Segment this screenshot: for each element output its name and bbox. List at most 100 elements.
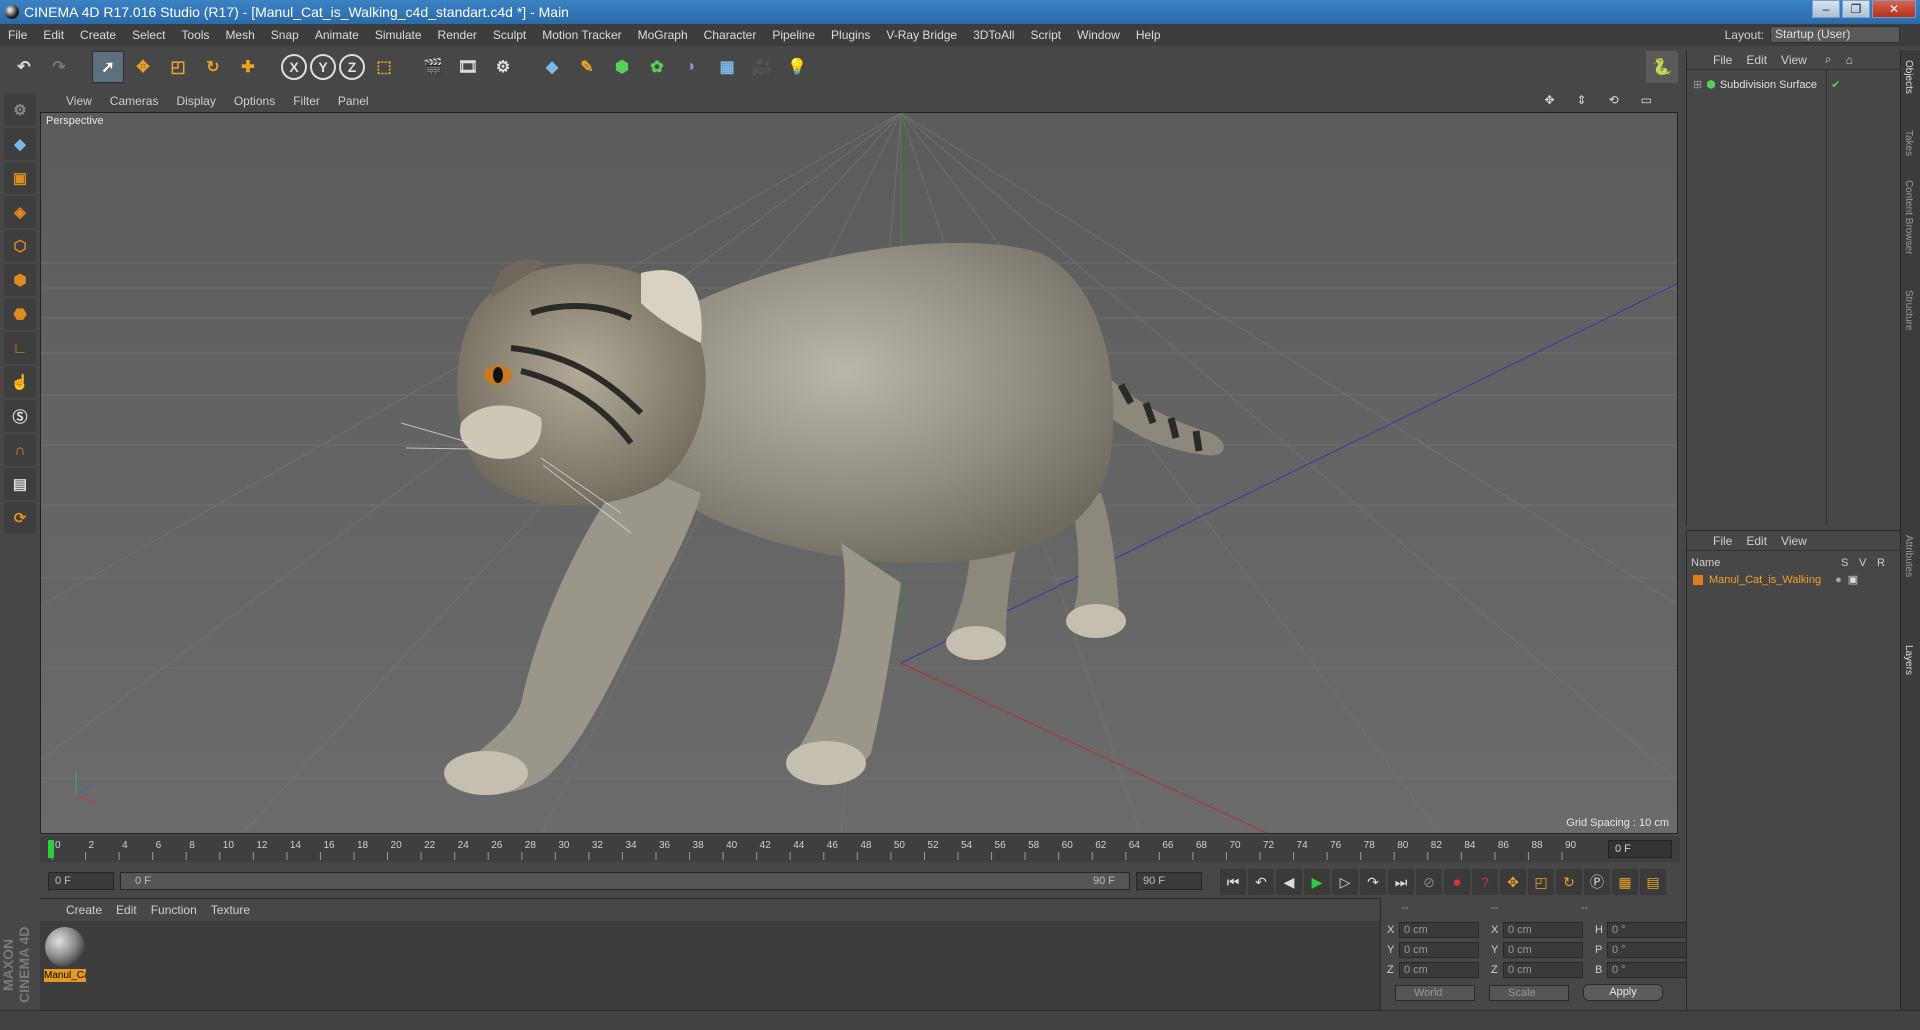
timeline-ruler[interactable]: 0 2 4 6 8 10 12 14 16 18 20 22 24 26 28 30 32 34 36 38 40 42 4…	[40, 836, 1680, 862]
timeline-window-icon[interactable]: ▤	[1640, 869, 1666, 895]
camera-icon[interactable]: 🎥	[746, 51, 778, 83]
object-enabled-check[interactable]: ✔	[1831, 78, 1840, 91]
rot-b-field[interactable]: 0 °	[1607, 962, 1687, 978]
menu-snap[interactable]: Snap	[271, 28, 299, 42]
axis-mode-icon[interactable]: ∟	[4, 332, 36, 364]
light-icon[interactable]: 💡	[781, 51, 813, 83]
rot-h-field[interactable]: 0 °	[1607, 922, 1687, 938]
make-editable-icon[interactable]: ⚙	[4, 94, 36, 126]
menu-select[interactable]: Select	[132, 28, 165, 42]
lock-workplane-icon[interactable]: ▤	[4, 468, 36, 500]
tab-objects[interactable]: Objects	[1903, 60, 1914, 94]
mat-menu-create[interactable]: Create	[66, 903, 102, 917]
spline-pen-icon[interactable]: ✎	[571, 51, 603, 83]
pos-y-field[interactable]: 0 cm	[1399, 942, 1479, 958]
polygons-mode-icon[interactable]: ⬣	[4, 298, 36, 330]
layer-solo-icon[interactable]: ●	[1835, 574, 1842, 586]
vp-menu-filter[interactable]: Filter	[293, 94, 320, 108]
menu-animate[interactable]: Animate	[315, 28, 359, 42]
layer-menu-edit[interactable]: Edit	[1746, 534, 1767, 548]
start-frame-field[interactable]: 0 F	[48, 872, 114, 890]
scale-dropdown[interactable]: Scale	[1489, 984, 1569, 1001]
transform-tool-icon[interactable]: ✚	[232, 51, 264, 83]
menu-create[interactable]: Create	[80, 28, 116, 42]
key-scale-icon[interactable]: ◰	[1528, 869, 1554, 895]
tab-layers[interactable]: Layers	[1903, 645, 1914, 675]
menu-character[interactable]: Character	[704, 28, 757, 42]
key-pla-icon[interactable]: ▦	[1612, 869, 1638, 895]
size-z-field[interactable]: 0 cm	[1503, 962, 1583, 978]
vp-menu-view[interactable]: View	[66, 94, 92, 108]
menu-simulate[interactable]: Simulate	[375, 28, 422, 42]
record-active-icon[interactable]: ⏺	[1444, 869, 1470, 895]
axis-y-button[interactable]: Y	[310, 54, 336, 80]
cube-primitive-icon[interactable]: ◆	[536, 51, 568, 83]
menu-tools[interactable]: Tools	[181, 28, 209, 42]
vp-menu-display[interactable]: Display	[176, 94, 215, 108]
material-item[interactable]: Manul_Cat	[44, 927, 86, 982]
coordinate-system-icon[interactable]: ⬚	[368, 51, 400, 83]
render-picture-viewer-icon[interactable]: 🎞	[452, 51, 484, 83]
undo-icon[interactable]: ↶	[8, 51, 40, 83]
maximize-button[interactable]: ❐	[1842, 0, 1870, 18]
vp-menu-options[interactable]: Options	[234, 94, 275, 108]
move-tool-icon[interactable]: ✥	[127, 51, 159, 83]
mat-menu-function[interactable]: Function	[151, 903, 197, 917]
tweak-mode-icon[interactable]: ☝	[4, 366, 36, 398]
layer-visible-icon[interactable]: ▣	[1848, 573, 1858, 586]
key-parameter-icon[interactable]: Ⓟ	[1584, 869, 1610, 895]
obj-menu-view[interactable]: View	[1781, 53, 1807, 67]
menu-edit[interactable]: Edit	[43, 28, 64, 42]
key-rotation-icon[interactable]: ↻	[1556, 869, 1582, 895]
menu-plugins[interactable]: Plugins	[831, 28, 870, 42]
floor-scene-icon[interactable]: ▦	[711, 51, 743, 83]
size-x-field[interactable]: 0 cm	[1503, 922, 1583, 938]
workplane-mode-icon[interactable]: ◈	[4, 196, 36, 228]
rotate-tool-icon[interactable]: ↻	[197, 51, 229, 83]
mat-menu-texture[interactable]: Texture	[211, 903, 250, 917]
keyframe-selection-icon[interactable]: ⊘	[1416, 869, 1442, 895]
size-y-field[interactable]: 0 cm	[1503, 942, 1583, 958]
select-tool-icon[interactable]: ➚	[92, 51, 124, 83]
obj-menu-edit[interactable]: Edit	[1746, 53, 1767, 67]
vp-zoom-icon[interactable]: ⇕	[1577, 93, 1587, 107]
subdivision-generator-icon[interactable]: ⬢	[606, 51, 638, 83]
menu-help[interactable]: Help	[1136, 28, 1161, 42]
minimize-button[interactable]: –	[1812, 0, 1840, 18]
model-mode-icon[interactable]: ◆	[4, 128, 36, 160]
tab-takes[interactable]: Takes	[1903, 130, 1914, 156]
layout-dropdown[interactable]: Startup (User)	[1770, 26, 1900, 43]
mat-menu-edit[interactable]: Edit	[116, 903, 137, 917]
vp-maximize-icon[interactable]: ▭	[1641, 93, 1652, 107]
vp-rotate-icon[interactable]: ⟲	[1609, 93, 1619, 107]
obj-menu-file[interactable]: File	[1713, 53, 1732, 67]
vp-menu-cameras[interactable]: Cameras	[110, 94, 159, 108]
redo-icon[interactable]: ↷	[43, 51, 75, 83]
menu-render[interactable]: Render	[438, 28, 477, 42]
frame-range-slider[interactable]: 0 F 90 F	[120, 872, 1130, 890]
goto-end-icon[interactable]: ⏭	[1388, 869, 1414, 895]
vp-move-icon[interactable]: ✥	[1544, 93, 1554, 107]
snap-magnet-icon[interactable]: ∩	[4, 434, 36, 466]
layer-row[interactable]: Manul_Cat_is_Walking ● ▣	[1693, 573, 1858, 586]
menu-script[interactable]: Script	[1030, 28, 1061, 42]
rot-p-field[interactable]: 0 °	[1607, 942, 1687, 958]
pos-z-field[interactable]: 0 cm	[1399, 962, 1479, 978]
edges-mode-icon[interactable]: ⬢	[4, 264, 36, 296]
layer-menu-view[interactable]: View	[1781, 534, 1807, 548]
menu-vray-bridge[interactable]: V-Ray Bridge	[886, 28, 957, 42]
cloner-icon[interactable]: ✿	[641, 51, 673, 83]
obj-home-icon[interactable]: ⌂	[1846, 53, 1853, 67]
scale-tool-icon[interactable]: ◰	[162, 51, 194, 83]
object-row[interactable]: ⊞ ⬢ Subdivision Surface ✔	[1693, 78, 1840, 92]
vp-menu-panel[interactable]: Panel	[338, 94, 369, 108]
prev-key-icon[interactable]: ↶	[1248, 869, 1274, 895]
render-settings-icon[interactable]: ⚙	[487, 51, 519, 83]
obj-search-icon[interactable]: ⌕	[1825, 52, 1832, 67]
menu-sculpt[interactable]: Sculpt	[493, 28, 526, 42]
pos-x-field[interactable]: 0 cm	[1399, 922, 1479, 938]
close-button[interactable]: ✕	[1872, 0, 1916, 18]
layer-menu-file[interactable]: File	[1713, 534, 1732, 548]
autokey-icon[interactable]: ?	[1472, 869, 1498, 895]
menu-motion-tracker[interactable]: Motion Tracker	[542, 28, 621, 42]
